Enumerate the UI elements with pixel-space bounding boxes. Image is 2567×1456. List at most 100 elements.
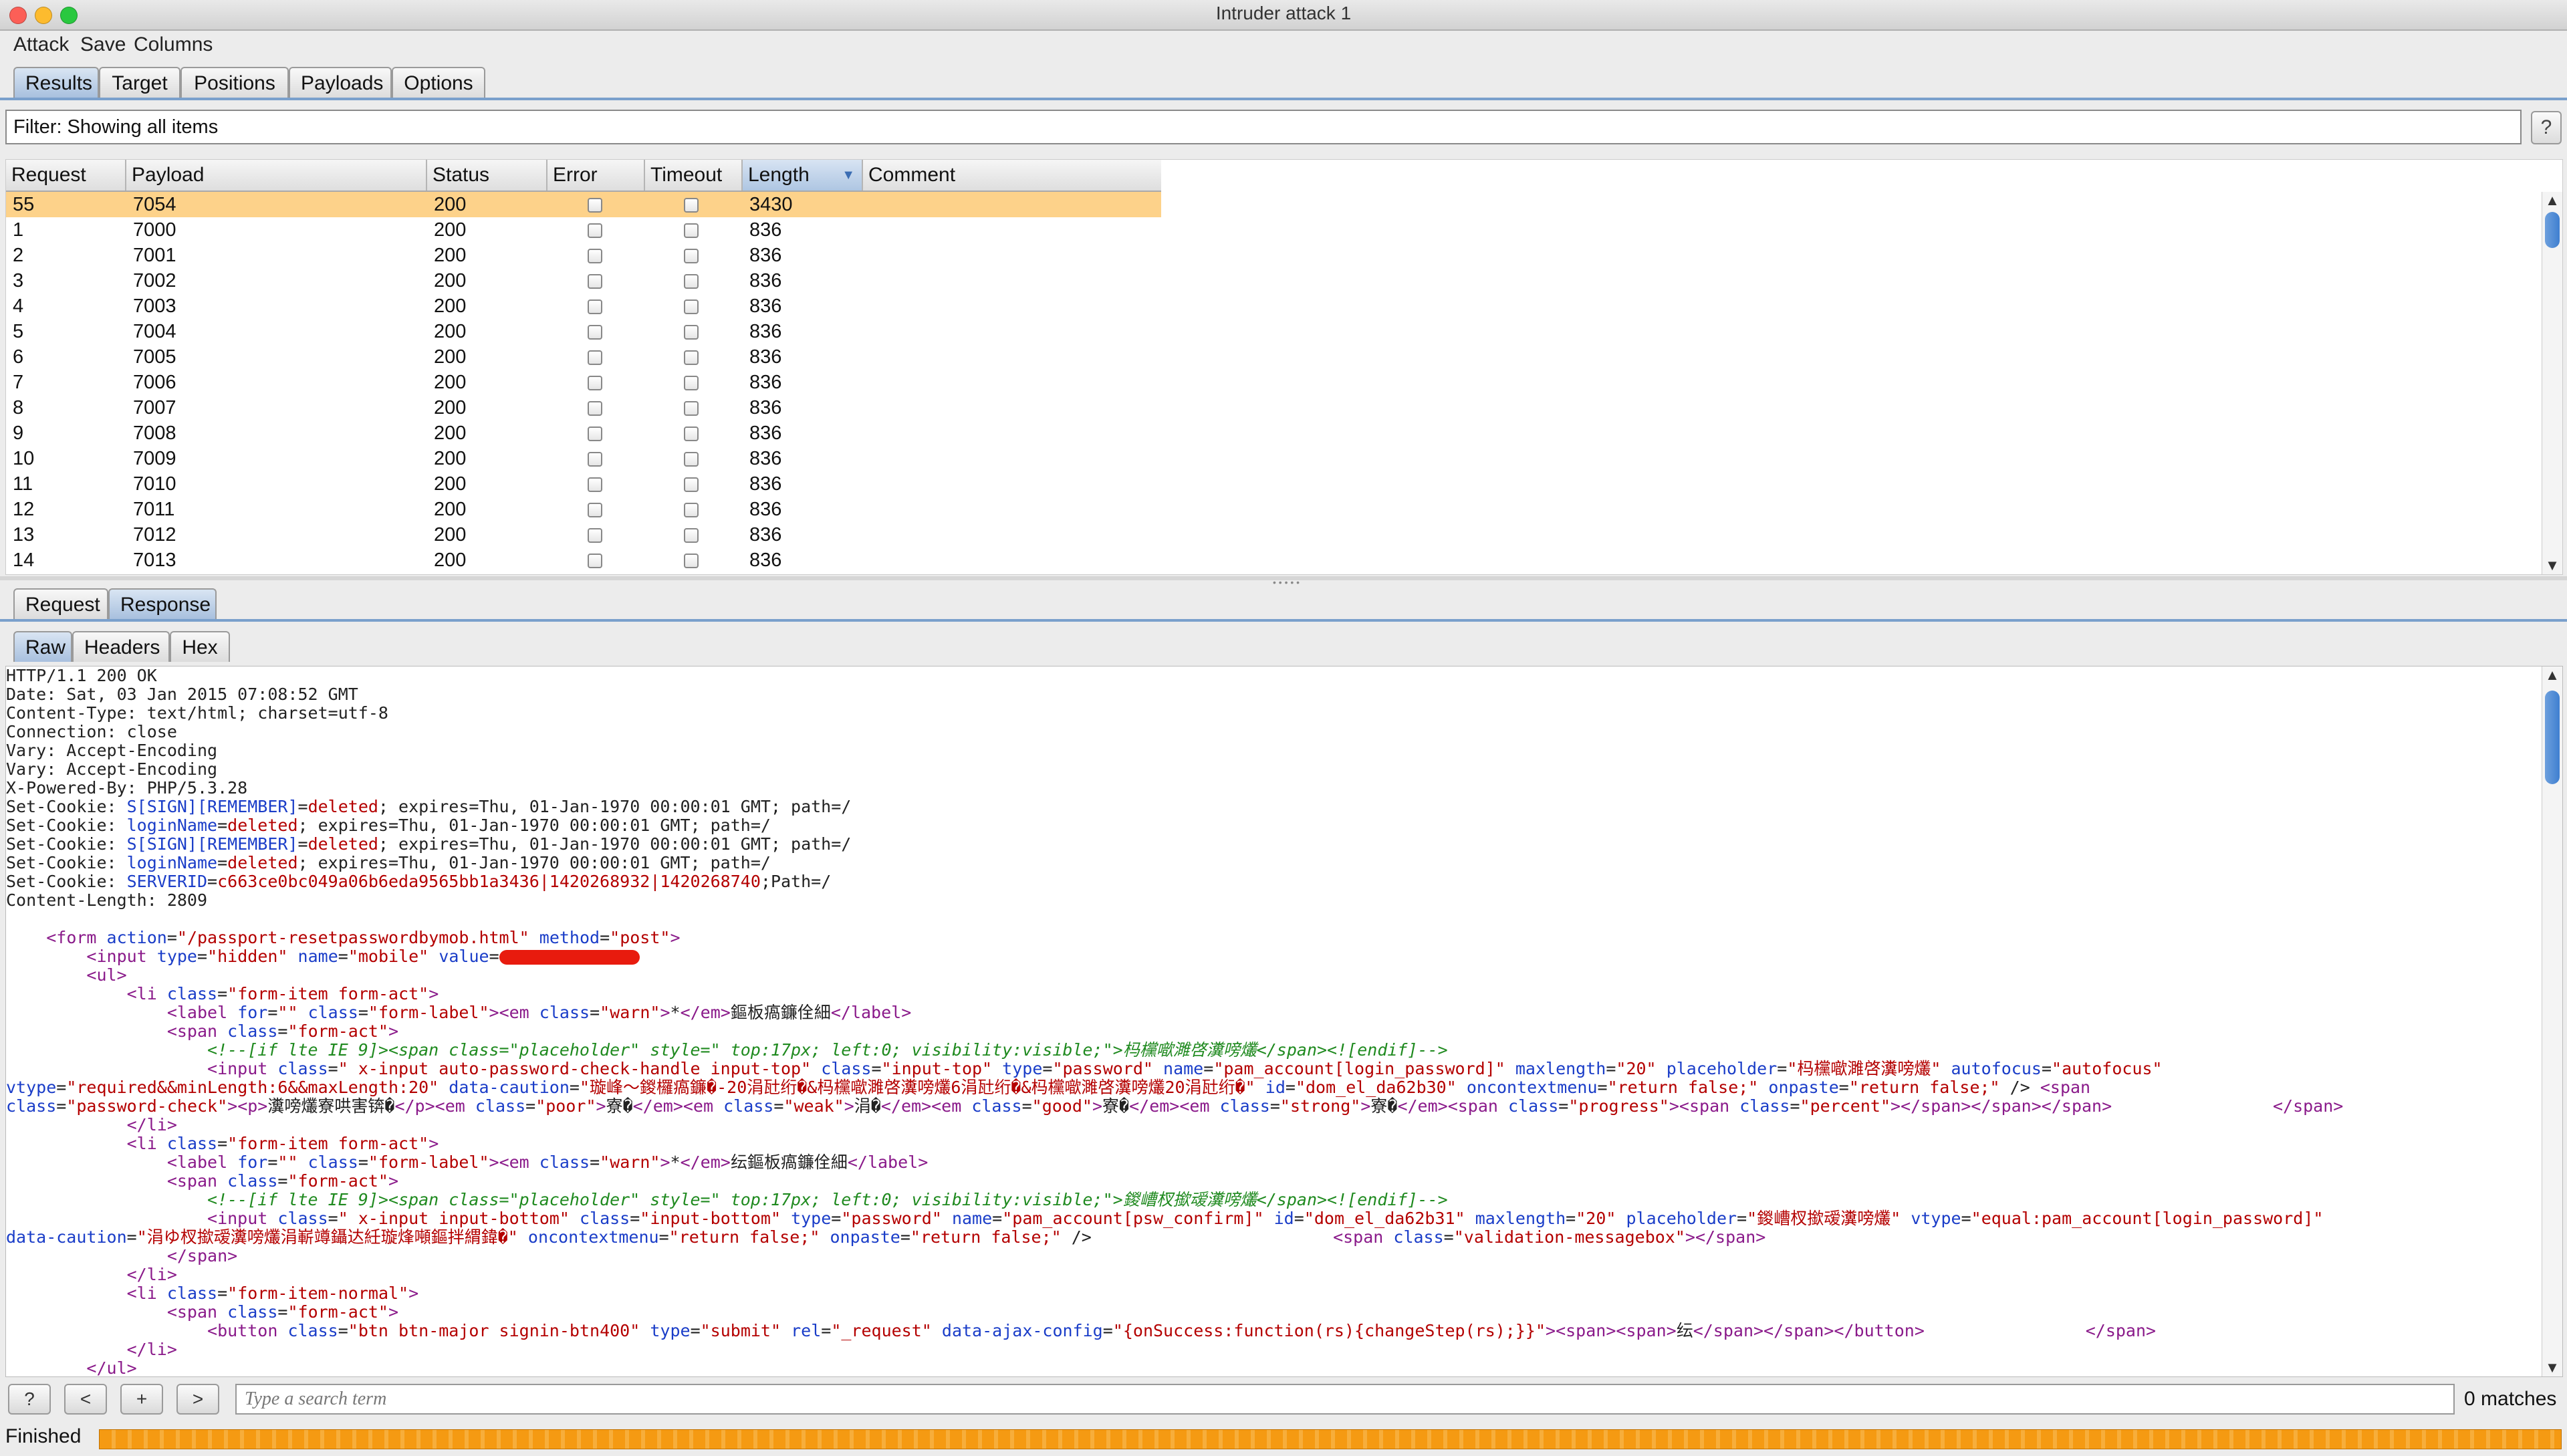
table-row[interactable]: 3 7002 200 836 bbox=[6, 268, 1161, 293]
code-token: = bbox=[690, 1322, 701, 1340]
code-token: name bbox=[1163, 1060, 1204, 1078]
scroll-up-icon[interactable]: ▲ bbox=[2542, 666, 2562, 684]
code-token: class bbox=[1508, 1097, 1559, 1116]
cell-payload: 7001 bbox=[133, 245, 176, 266]
code-token: = bbox=[871, 1060, 882, 1078]
scroll-thumb[interactable] bbox=[2545, 212, 2560, 248]
code-token: type bbox=[156, 947, 197, 966]
column-length[interactable]: Length ▼ bbox=[743, 160, 863, 191]
tab-headers[interactable]: Headers bbox=[72, 631, 170, 662]
filter-bar[interactable]: Filter: Showing all items bbox=[5, 110, 2522, 144]
code-token: = bbox=[277, 1022, 288, 1041]
table-row[interactable]: 55 7054 200 3430 bbox=[6, 192, 1161, 217]
scroll-down-icon[interactable]: ▼ bbox=[2542, 557, 2562, 574]
code-token: ; expires=Thu, 01-Jan-1970 00:00:01 GMT;… bbox=[378, 835, 852, 854]
code-token: > bbox=[670, 929, 681, 947]
code-token: "form-item form-act" bbox=[227, 1134, 429, 1153]
response-line: <span class="form-act"> bbox=[6, 1022, 2533, 1041]
response-scrollbar[interactable]: ▲ ▼ bbox=[2542, 666, 2562, 1376]
tab-request[interactable]: Request bbox=[13, 588, 108, 619]
table-row[interactable]: 10 7009 200 836 bbox=[6, 446, 1161, 471]
search-next-button[interactable]: > bbox=[176, 1384, 219, 1415]
menu-save[interactable]: Save bbox=[80, 33, 126, 56]
cell-payload: 7004 bbox=[133, 321, 176, 342]
scroll-thumb[interactable] bbox=[2545, 691, 2560, 784]
table-row[interactable]: 6 7005 200 836 bbox=[6, 344, 1161, 370]
column-error[interactable]: Error bbox=[547, 160, 645, 191]
error-checkbox bbox=[588, 452, 602, 467]
menu-columns[interactable]: Columns bbox=[134, 33, 213, 56]
search-previous-button[interactable]: < bbox=[64, 1384, 107, 1415]
timeout-checkbox bbox=[684, 477, 699, 492]
search-options-button[interactable]: + bbox=[120, 1384, 163, 1415]
split-pane-divider[interactable]: • • • • • bbox=[0, 576, 2567, 588]
tab-raw[interactable]: Raw bbox=[13, 631, 72, 662]
table-row[interactable]: 8 7007 200 836 bbox=[6, 395, 1161, 420]
menu-attack[interactable]: Attack bbox=[13, 33, 69, 56]
column-payload[interactable]: Payload bbox=[126, 160, 427, 191]
code-token: "return false;" bbox=[1607, 1078, 1759, 1097]
table-row[interactable]: 12 7011 200 836 bbox=[6, 497, 1161, 522]
code-token: = bbox=[1790, 1097, 1800, 1116]
column-timeout[interactable]: Timeout bbox=[645, 160, 743, 191]
tab-results[interactable]: Results bbox=[13, 67, 99, 98]
tab-response[interactable]: Response bbox=[108, 588, 217, 619]
code-token: <span bbox=[166, 1022, 228, 1041]
table-row[interactable]: 2 7001 200 836 bbox=[6, 243, 1161, 268]
response-line: <!--[if lte IE 9]><span class="placehold… bbox=[6, 1041, 2533, 1060]
tab-positions[interactable]: Positions bbox=[180, 67, 289, 98]
code-token: "涓ゆ杈撳叆瀵嗙爜涓嶄竴鑷达紝璇烽噸鏂拌緭鍏�" bbox=[136, 1228, 518, 1247]
table-row[interactable]: 9 7008 200 836 bbox=[6, 420, 1161, 446]
response-line: <ul> bbox=[6, 966, 2533, 985]
table-row[interactable]: 13 7012 200 836 bbox=[6, 522, 1161, 548]
code-token: ></span></span></span> </span> bbox=[1890, 1097, 2344, 1116]
response-line: Set-Cookie: S[SIGN][REMEMBER]=deleted; e… bbox=[6, 835, 2533, 854]
code-token: 纭鏂板瘑鐮佺細 bbox=[730, 1153, 848, 1172]
column-length-label: Length bbox=[748, 164, 810, 186]
search-input[interactable]: Type a search term bbox=[235, 1384, 2455, 1415]
code-token: </em> bbox=[680, 1153, 731, 1172]
code-token: /> bbox=[1061, 1228, 1334, 1247]
table-row[interactable]: 7 7006 200 836 bbox=[6, 370, 1161, 395]
code-token: = bbox=[297, 835, 308, 854]
table-row[interactable]: 14 7013 200 836 bbox=[6, 548, 1161, 573]
help-button[interactable]: ? bbox=[2531, 111, 2562, 144]
column-request[interactable]: Request bbox=[6, 160, 126, 191]
scroll-down-icon[interactable]: ▼ bbox=[2542, 1359, 2562, 1376]
results-scrollbar[interactable]: ▲ ▼ bbox=[2542, 192, 2562, 574]
tab-options[interactable]: Options bbox=[392, 67, 485, 98]
column-comment[interactable]: Comment bbox=[863, 160, 1161, 191]
code-token: SERVERID bbox=[126, 872, 208, 891]
code-token: deleted bbox=[308, 798, 378, 816]
scroll-up-icon[interactable]: ▲ bbox=[2542, 192, 2562, 209]
tab-target[interactable]: Target bbox=[99, 67, 180, 98]
table-row[interactable]: 4 7003 200 836 bbox=[6, 293, 1161, 319]
response-line: Vary: Accept-Encoding bbox=[6, 760, 2533, 779]
code-token: "pam_account[psw_confirm]" bbox=[1002, 1209, 1264, 1228]
code-token: class bbox=[287, 1322, 338, 1340]
table-row[interactable]: 5 7004 200 836 bbox=[6, 319, 1161, 344]
cell-length: 836 bbox=[749, 346, 782, 368]
table-row[interactable]: 11 7010 200 836 bbox=[6, 471, 1161, 497]
column-status[interactable]: Status bbox=[427, 160, 547, 191]
code-token: = bbox=[569, 1078, 580, 1097]
code-token: = bbox=[1606, 1060, 1616, 1078]
cell-request: 3 bbox=[13, 270, 24, 291]
response-viewer[interactable]: HTTP/1.1 200 OK Date: Sat, 03 Jan 2015 07… bbox=[5, 666, 2563, 1377]
code-token: 鏂板瘑鐮佺細 bbox=[730, 1003, 831, 1022]
cell-request: 9 bbox=[13, 422, 24, 444]
code-token: </li> bbox=[126, 1340, 177, 1359]
code-token: Set-Cookie: bbox=[6, 816, 127, 835]
cell-payload: 7003 bbox=[133, 295, 176, 317]
tab-payloads[interactable]: Payloads bbox=[289, 67, 392, 98]
tab-underline bbox=[0, 98, 2567, 100]
tab-hex[interactable]: Hex bbox=[170, 631, 230, 662]
code-token: = bbox=[1737, 1209, 1747, 1228]
code-token: = bbox=[277, 1172, 288, 1191]
code-token: deleted bbox=[227, 854, 298, 872]
table-row[interactable]: 1 7000 200 836 bbox=[6, 217, 1161, 243]
search-help-button[interactable]: ? bbox=[8, 1384, 51, 1415]
timeout-checkbox bbox=[684, 299, 699, 314]
